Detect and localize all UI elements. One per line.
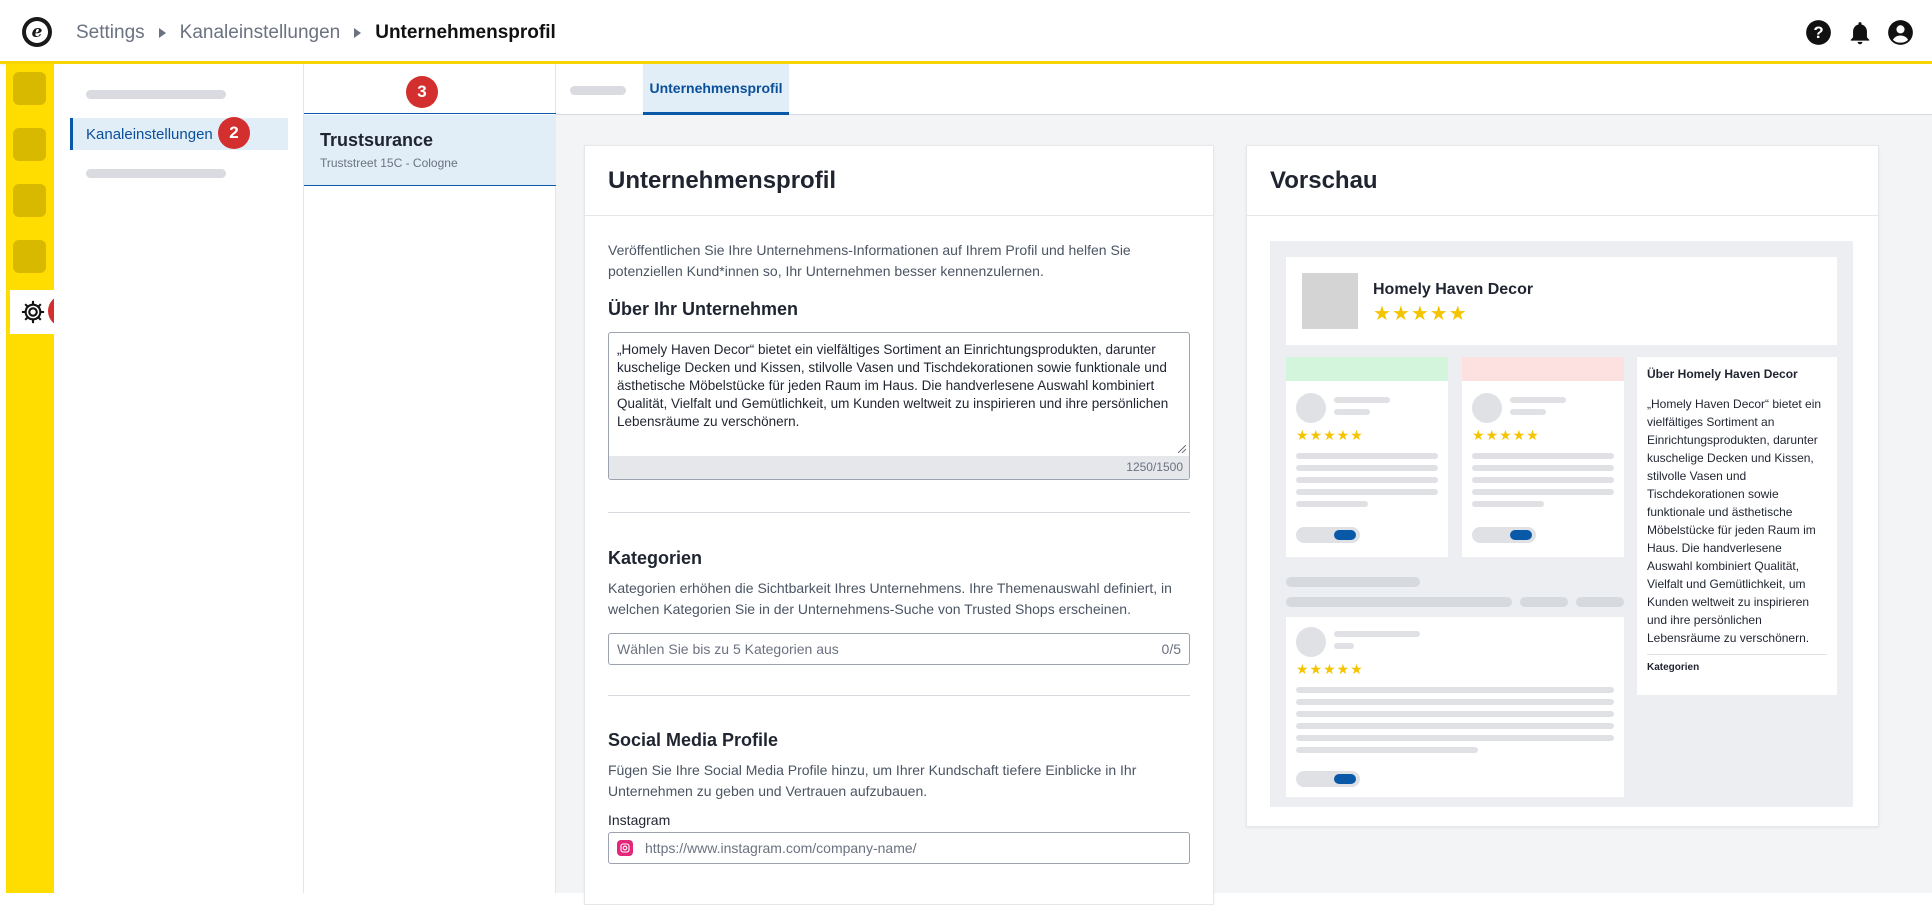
nav-item-label: Kanaleinstellungen <box>86 125 213 143</box>
review-stars: ★★★★★ <box>1296 661 1364 677</box>
about-text: „Homely Haven Decor“ bietet ein vielfält… <box>617 342 1169 429</box>
reviewer-avatar <box>1472 393 1502 423</box>
instagram-icon <box>617 840 633 856</box>
review-stars: ★★★★★ <box>1296 427 1364 443</box>
review-toggle <box>1296 771 1360 787</box>
preview-title: Vorschau <box>1270 167 1378 194</box>
instagram-placeholder: https://www.instagram.com/company-name/ <box>645 840 917 856</box>
about-counter: 1250/1500 <box>609 456 1189 479</box>
reviewer-avatar <box>1296 393 1326 423</box>
categories-counter: 0/5 <box>1161 641 1181 657</box>
company-logo-placeholder <box>1302 273 1358 329</box>
breadcrumb-separator-icon <box>158 28 166 38</box>
review-toggle <box>1472 527 1536 543</box>
categories-section-title: Kategorien <box>608 548 703 568</box>
rail-item-3[interactable] <box>13 184 46 217</box>
rail-item-4[interactable] <box>13 240 46 273</box>
app-rail <box>6 64 56 893</box>
preview-company-box: Homely Haven Decor ★★★★★ <box>1286 257 1837 345</box>
breadcrumb-separator-icon <box>354 28 362 38</box>
preview-card: Vorschau Homely Haven Decor ★★★★★ ★★★★★ <box>1246 145 1879 827</box>
form-body: Veröffentlichen Sie Ihre Unternehmens-In… <box>585 240 1213 864</box>
about-section-title: Über Ihr Unternehmen <box>608 299 799 319</box>
rail-item-2[interactable] <box>13 128 46 161</box>
account-item-selected[interactable]: Trustsurance Truststreet 15C - Cologne <box>304 115 556 186</box>
categories-select[interactable]: Wählen Sie bis zu 5 Kategorien aus 0/5 <box>608 633 1190 665</box>
preview-categories-label: Kategorien <box>1647 662 1700 673</box>
rail-item-1[interactable] <box>13 72 46 105</box>
instagram-label: Instagram <box>608 812 671 828</box>
logo-letter: e <box>26 21 48 43</box>
top-icons: ? <box>1805 19 1914 46</box>
review-stars: ★★★★★ <box>1472 427 1540 443</box>
bell-icon[interactable] <box>1846 19 1873 46</box>
breadcrumb-kanaleinstellungen[interactable]: Kanaleinstellungen <box>180 22 341 44</box>
nav-item-kanaleinstellungen[interactable]: Kanaleinstellungen <box>70 118 288 150</box>
top-bar: e Settings Kanaleinstellungen Unternehme… <box>0 0 1932 64</box>
review-toggle <box>1296 527 1360 543</box>
about-textarea[interactable]: „Homely Haven Decor“ bietet ein vielfält… <box>608 332 1190 480</box>
social-text: Fügen Sie Ihre Social Media Profile hinz… <box>608 762 1137 799</box>
svg-text:?: ? <box>1813 23 1823 42</box>
filter-skeleton <box>1576 597 1624 607</box>
preview-company-name: Homely Haven Decor <box>1373 281 1534 298</box>
nav-skeleton-1 <box>86 90 226 99</box>
tab-unternehmensprofil[interactable]: Unternehmensprofil <box>643 64 789 115</box>
preview-area: Homely Haven Decor ★★★★★ ★★★★★ ★★★★★ ★★★… <box>1270 241 1853 807</box>
preview-about-title: Über Homely Haven Decor <box>1647 367 1798 381</box>
review-positive-bar <box>1286 357 1448 381</box>
form-intro: Veröffentlichen Sie Ihre Unternehmens-In… <box>608 242 1131 279</box>
settings-nav: Kanaleinstellungen <box>54 64 304 893</box>
section-divider <box>608 695 1190 696</box>
categories-placeholder: Wählen Sie bis zu 5 Kategorien aus <box>617 641 839 657</box>
filter-skeleton <box>1520 597 1568 607</box>
preview-rating-stars: ★★★★★ <box>1373 303 1468 325</box>
help-icon[interactable]: ? <box>1805 19 1832 46</box>
account-address: Truststreet 15C - Cologne <box>320 156 458 170</box>
user-icon[interactable] <box>1887 19 1914 46</box>
preview-review-list-item: ★★★★★ <box>1286 617 1624 797</box>
preview-about-panel: Über Homely Haven Decor „Homely Haven De… <box>1637 357 1837 695</box>
nav-skeleton-2 <box>86 169 226 178</box>
account-list: Trustsurance Truststreet 15C - Cologne <box>304 64 556 893</box>
step-badge-3: 3 <box>406 76 438 108</box>
filter-skeleton <box>1286 577 1420 587</box>
breadcrumb-current: Unternehmensprofil <box>375 22 556 43</box>
breadcrumb: Settings Kanaleinstellungen Unternehmens… <box>76 22 556 44</box>
account-name: Trustsurance <box>320 130 434 150</box>
preview-about-text: „Homely Haven Decor“ bietet ein vielfält… <box>1647 397 1822 645</box>
gear-icon <box>21 300 45 324</box>
instagram-input[interactable]: https://www.instagram.com/company-name/ <box>608 832 1190 864</box>
resize-grip-icon[interactable] <box>1178 445 1186 453</box>
reviewer-avatar <box>1296 627 1326 657</box>
form-title: Unternehmensprofil <box>608 167 837 194</box>
logo[interactable]: e <box>22 17 52 47</box>
section-divider <box>608 512 1190 513</box>
preview-header: Vorschau <box>1247 146 1878 216</box>
preview-review-negative: ★★★★★ <box>1462 357 1624 557</box>
preview-review-positive: ★★★★★ <box>1286 357 1448 557</box>
tab-bar: Unternehmensprofil <box>556 64 1932 115</box>
categories-text: Kategorien erhöhen die Sichtbarkeit Ihre… <box>608 580 1172 617</box>
breadcrumb-settings[interactable]: Settings <box>76 22 145 44</box>
filter-skeleton <box>1286 597 1512 607</box>
form-header: Unternehmensprofil <box>585 146 1213 216</box>
profile-form-card: Unternehmensprofil Veröffentlichen Sie I… <box>584 145 1214 905</box>
main-content: Unternehmensprofil Unternehmensprofil Ve… <box>556 64 1932 905</box>
tab-skeleton[interactable] <box>570 86 626 95</box>
social-section-title: Social Media Profile <box>608 730 779 750</box>
review-negative-bar <box>1462 357 1624 381</box>
step-badge-2: 2 <box>218 117 250 149</box>
